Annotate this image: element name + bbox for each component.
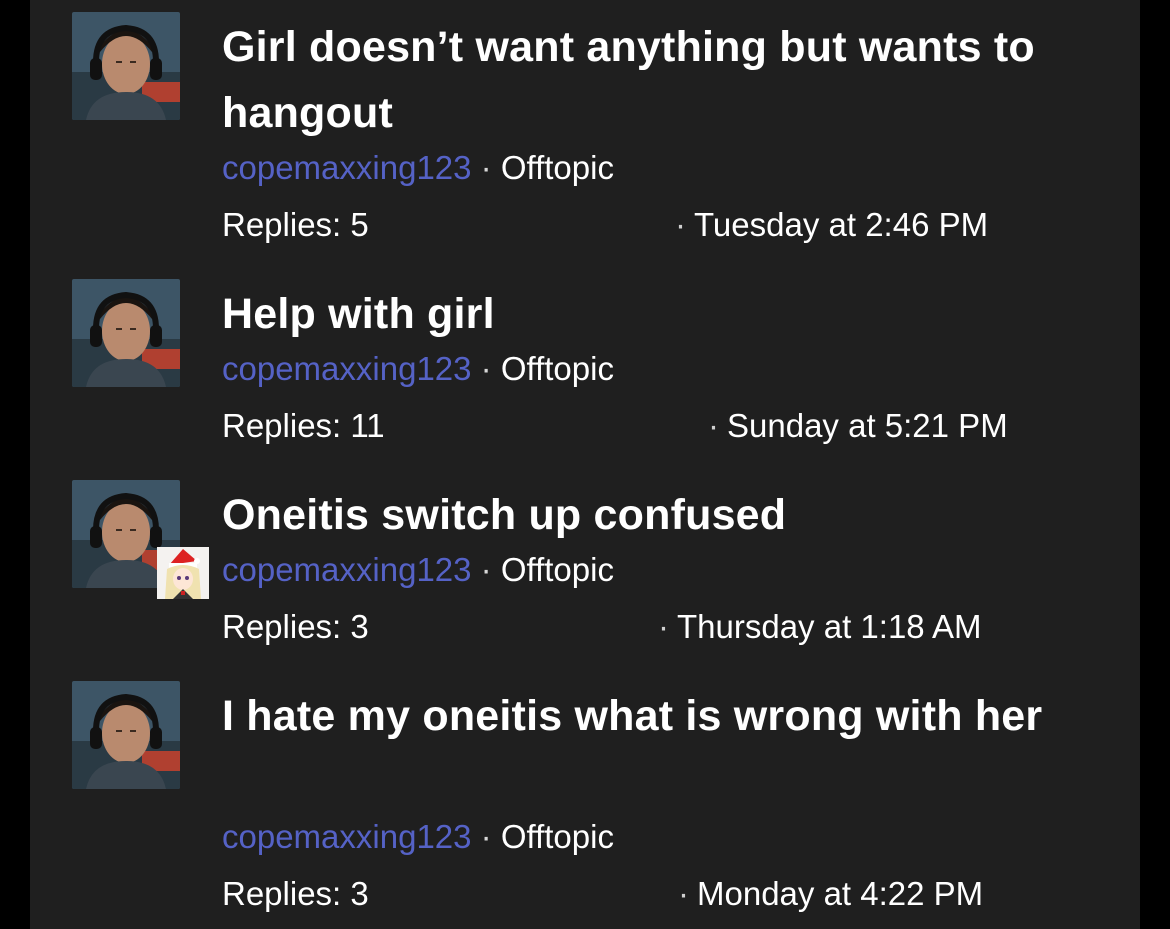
thread-title[interactable]: Oneitis switch up confused — [222, 482, 1102, 548]
user-avatar[interactable] — [72, 279, 180, 387]
anime-avatar-image — [157, 547, 209, 599]
reply-count: Replies: 5 — [222, 206, 369, 243]
thread-title[interactable]: I hate my oneitis what is wrong with her — [222, 683, 1102, 749]
thread-meta: copemaxxing123 · Offtopic — [222, 550, 614, 590]
date-text: Tuesday at 2:46 PM — [694, 206, 989, 243]
forum-link[interactable]: Offtopic — [501, 551, 614, 588]
thread-date[interactable]: · Sunday at 5:21 PM — [708, 406, 1008, 446]
date-separator: · — [708, 407, 719, 444]
date-text: Sunday at 5:21 PM — [727, 407, 1008, 444]
thread-date[interactable]: · Tuesday at 2:46 PM — [675, 205, 988, 245]
avatar-image — [72, 681, 180, 789]
avatar-image — [72, 12, 180, 120]
user-avatar[interactable] — [72, 681, 180, 789]
reply-count: Replies: 3 — [222, 875, 369, 912]
author-link[interactable]: copemaxxing123 — [222, 350, 472, 387]
thread-title[interactable]: Help with girl — [222, 281, 1102, 347]
author-link[interactable]: copemaxxing123 — [222, 818, 472, 855]
reply-count: Replies: 3 — [222, 608, 369, 645]
date-text: Monday at 4:22 PM — [697, 875, 984, 912]
date-separator: · — [675, 206, 686, 243]
author-link[interactable]: copemaxxing123 — [222, 551, 472, 588]
thread-meta: copemaxxing123 · Offtopic — [222, 349, 614, 389]
meta-separator: · — [480, 551, 492, 588]
last-poster-avatar[interactable] — [157, 547, 209, 599]
thread-date[interactable]: · Monday at 4:22 PM — [678, 874, 983, 914]
avatar-image — [72, 279, 180, 387]
meta-separator: · — [480, 818, 492, 855]
reply-count: Replies: 11 — [222, 407, 385, 444]
forum-link[interactable]: Offtopic — [501, 818, 614, 855]
author-link[interactable]: copemaxxing123 — [222, 149, 472, 186]
thread-list-panel: Girl doesn’t want anything but wants to … — [30, 0, 1140, 929]
meta-separator: · — [480, 149, 492, 186]
forum-link[interactable]: Offtopic — [501, 350, 614, 387]
user-avatar[interactable] — [72, 12, 180, 120]
meta-separator: · — [480, 350, 492, 387]
thread-meta: copemaxxing123 · Offtopic — [222, 817, 614, 857]
date-separator: · — [658, 608, 669, 645]
date-text: Thursday at 1:18 AM — [677, 608, 982, 645]
forum-link[interactable]: Offtopic — [501, 149, 614, 186]
thread-date[interactable]: · Thursday at 1:18 AM — [658, 607, 982, 647]
date-separator: · — [678, 875, 689, 912]
thread-title[interactable]: Girl doesn’t want anything but wants to … — [222, 14, 1102, 146]
thread-meta: copemaxxing123 · Offtopic — [222, 148, 614, 188]
